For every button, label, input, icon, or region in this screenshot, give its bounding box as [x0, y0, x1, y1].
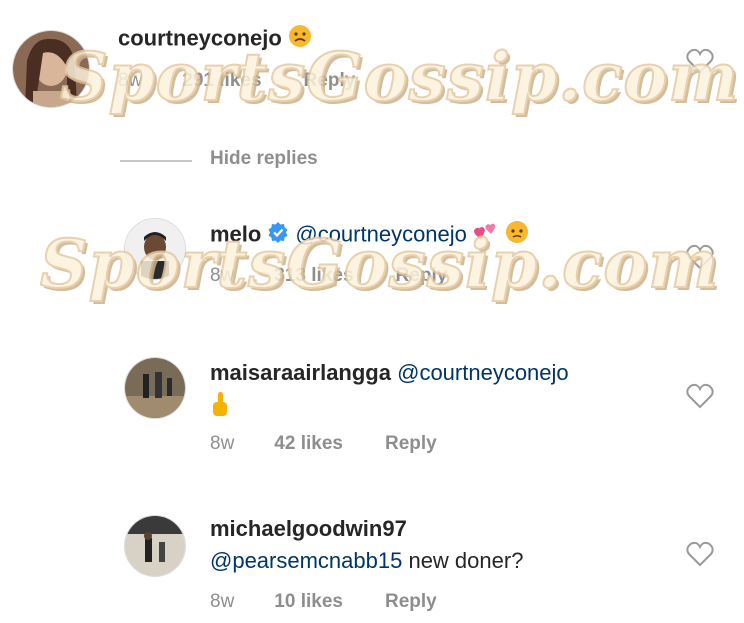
- comment-body: melo @courtneyconejo: [210, 220, 529, 251]
- hide-replies-label[interactable]: Hide replies: [210, 148, 318, 170]
- likes-count[interactable]: 10 likes: [274, 591, 343, 612]
- comment-body: courtneyconejo: [118, 24, 312, 55]
- mention-link[interactable]: @pearsemcnabb15: [210, 548, 402, 573]
- username[interactable]: courtneyconejo: [118, 25, 282, 50]
- emoji-face-icon: [505, 220, 529, 251]
- username[interactable]: michaelgoodwin97: [210, 516, 407, 541]
- comment-age: 8w: [210, 433, 235, 454]
- avatar[interactable]: [124, 515, 186, 577]
- emoji-face-icon: [288, 24, 312, 55]
- comment-maisaraairlangga: maisaraairlangga @courtneyconejo 8w 42 li…: [0, 345, 744, 475]
- username[interactable]: maisaraairlangga: [210, 360, 391, 385]
- two-hearts-icon: [473, 220, 499, 251]
- heart-outline-icon[interactable]: [686, 541, 714, 567]
- reply-button[interactable]: Reply: [396, 265, 448, 286]
- likes-count[interactable]: 291 likes: [182, 70, 261, 91]
- mention-link[interactable]: @courtneyconejo: [295, 221, 467, 246]
- username[interactable]: melo: [210, 221, 261, 246]
- comment-meta: 8w 313 likes Reply: [210, 265, 447, 287]
- comment-michaelgoodwin97: michaelgoodwin97 @pearsemcnabb15 new don…: [0, 505, 744, 623]
- comment-age: 8w: [118, 70, 143, 91]
- comment-meta: 8w 291 likes Reply: [118, 70, 355, 92]
- mention-link[interactable]: @courtneyconejo: [397, 360, 569, 385]
- reply-button[interactable]: Reply: [304, 70, 356, 91]
- reply-button[interactable]: Reply: [385, 433, 437, 454]
- heart-outline-icon[interactable]: [686, 244, 714, 270]
- comment-melo: melo @courtneyconejo 8w 313 likes Reply: [0, 200, 744, 320]
- reply-button[interactable]: Reply: [385, 591, 437, 612]
- divider-line: [120, 160, 192, 162]
- comment-meta: 8w 42 likes Reply: [210, 433, 437, 455]
- middle-finger-emoji-icon: [210, 391, 569, 424]
- heart-outline-icon[interactable]: [686, 383, 714, 409]
- comment-age: 8w: [210, 265, 235, 286]
- likes-count[interactable]: 313 likes: [274, 265, 353, 286]
- avatar[interactable]: [12, 30, 90, 108]
- comment-text: new doner?: [402, 548, 524, 573]
- heart-outline-icon[interactable]: [686, 48, 714, 74]
- likes-count[interactable]: 42 likes: [274, 433, 343, 454]
- verified-badge-icon: [267, 221, 289, 250]
- avatar[interactable]: [124, 218, 186, 280]
- comment-body: maisaraairlangga @courtneyconejo: [210, 359, 569, 424]
- comment-age: 8w: [210, 591, 235, 612]
- avatar[interactable]: [124, 357, 186, 419]
- comment-body: michaelgoodwin97 @pearsemcnabb15 new don…: [210, 515, 523, 575]
- comment-courtneyconejo: courtneyconejo 8w 291 likes Reply: [0, 0, 744, 140]
- comment-meta: 8w 10 likes Reply: [210, 591, 437, 613]
